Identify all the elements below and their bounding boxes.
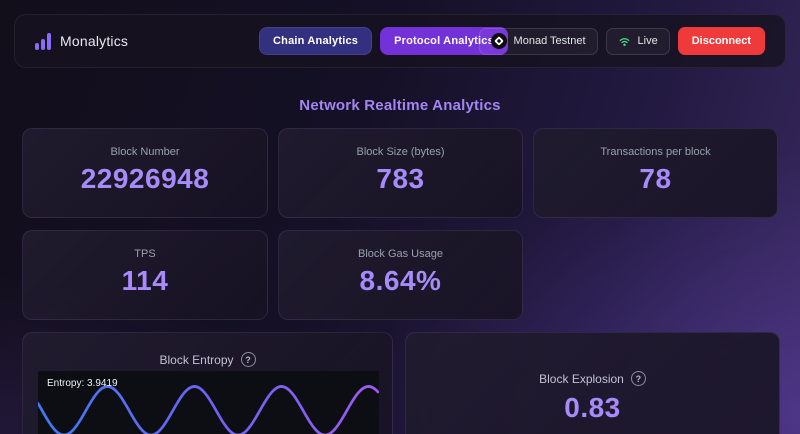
page-title: Network Realtime Analytics: [0, 97, 800, 114]
entropy-wave-line: [38, 386, 378, 434]
nav-tabs: Chain Analytics Protocol Analytics: [259, 27, 508, 55]
network-badge[interactable]: Monad Testnet: [479, 28, 598, 55]
block-entropy-title: Block Entropy: [159, 353, 233, 367]
stat-value: 783: [376, 163, 424, 195]
help-icon[interactable]: ?: [241, 352, 256, 367]
help-icon[interactable]: ?: [631, 371, 646, 386]
navbar-right: Monad Testnet Live Disconnect: [479, 27, 765, 55]
bar-chart-logo-icon: [35, 33, 51, 50]
stat-card-block-number: Block Number 22926948: [22, 128, 268, 218]
block-explosion-value: 0.83: [564, 392, 621, 424]
stat-card-transactions-per-block: Transactions per block 78: [533, 128, 778, 218]
stat-label: Transactions per block: [600, 146, 710, 158]
block-explosion-title: Block Explosion: [539, 372, 624, 386]
disconnect-button[interactable]: Disconnect: [678, 27, 765, 55]
stat-value: 114: [122, 265, 169, 297]
chain-analytics-button[interactable]: Chain Analytics: [259, 27, 372, 55]
stat-value: 78: [639, 163, 671, 195]
brand-name: Monalytics: [60, 33, 128, 49]
stat-card-block-size: Block Size (bytes) 783: [278, 128, 523, 218]
stat-label: TPS: [134, 248, 155, 260]
block-entropy-card: Block Entropy ? Entropy: 3.9419: [22, 332, 393, 434]
monad-diamond-icon: [491, 33, 507, 49]
entropy-chart: Entropy: 3.9419: [38, 371, 379, 434]
block-explosion-card: Block Explosion ? 0.83: [405, 332, 780, 434]
brand-logo: Monalytics: [35, 33, 128, 50]
live-badge-label: Live: [638, 35, 658, 47]
navbar: Monalytics Chain Analytics Protocol Anal…: [14, 14, 786, 68]
stat-card-tps: TPS 114: [22, 230, 268, 320]
live-status-badge: Live: [606, 28, 670, 55]
stat-label: Block Size (bytes): [356, 146, 444, 158]
stat-label: Block Number: [110, 146, 179, 158]
stat-card-block-gas-usage: Block Gas Usage 8.64%: [278, 230, 523, 320]
live-signal-icon: [618, 35, 631, 48]
entropy-value-annotation: Entropy: 3.9419: [47, 378, 118, 389]
stat-label: Block Gas Usage: [358, 248, 443, 260]
stat-value: 22926948: [81, 163, 210, 195]
network-badge-label: Monad Testnet: [514, 35, 586, 47]
stat-value: 8.64%: [360, 265, 442, 297]
